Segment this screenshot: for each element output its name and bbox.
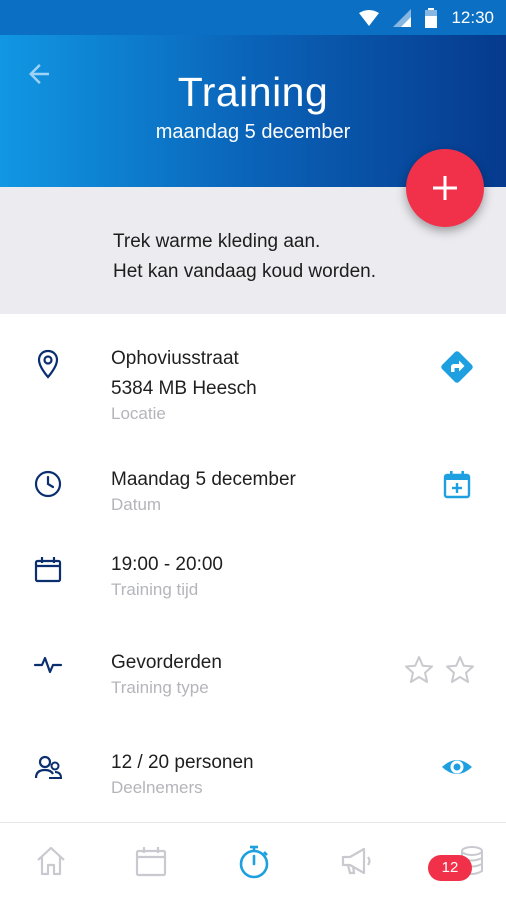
location-city: 5384 MB Heesch [111,378,257,399]
eye-icon [442,760,472,774]
status-time: 12:30 [451,7,494,27]
nav-announcements[interactable] [338,843,378,883]
battery-icon [425,7,438,28]
signal-icon [393,8,412,27]
notice-line-2: Het kan vandaag koud worden. [113,261,377,282]
notice-line-1: Trek warme kleding aan. [113,231,321,252]
directions-icon [441,351,473,383]
date-label: Datum [111,495,162,514]
star-outline-icon [446,656,474,683]
view-participants-button[interactable] [440,750,474,784]
wifi-icon [359,9,380,26]
participants-label: Deelnemers [111,778,203,797]
rating-star-1[interactable] [403,654,435,686]
training-type-value: Gevorderden [111,652,222,673]
nav-timer[interactable] [235,843,275,883]
add-to-calendar-button[interactable] [441,469,473,501]
stopwatch-icon [239,845,269,879]
nav-calendar[interactable] [133,843,173,883]
nav-home[interactable] [33,843,73,883]
location-street: Ophoviusstraat [111,348,239,369]
directions-button[interactable] [440,350,474,384]
home-icon [37,846,65,876]
calendar-add-icon [443,471,471,499]
page-subtitle: maandag 5 december [155,121,351,143]
notification-badge: 12 [428,855,472,881]
participants-row: 12 / 20 personen Deelnemers [0,748,506,808]
time-row: 19:00 - 20:00 Training tijd [0,550,506,610]
people-icon [34,755,63,779]
time-value: 19:00 - 20:00 [111,554,223,575]
participants-value: 12 / 20 personen [111,752,254,773]
training-type-label: Training type [111,678,209,697]
calendar-icon [34,557,62,583]
date-value: Maandag 5 december [111,469,296,490]
date-row: Maandag 5 december Datum [0,465,506,525]
activity-icon [33,656,63,674]
rating-star-2[interactable] [444,654,476,686]
status-bar: 12:30 [0,0,506,35]
plus-icon [433,176,457,200]
training-type-row: Gevorderden Training type [0,648,506,708]
megaphone-icon [341,847,371,875]
star-outline-icon [405,656,433,683]
location-label: Locatie [111,404,166,423]
location-pin-icon [37,349,59,379]
page-title: Training [177,69,329,115]
calendar-icon [135,847,167,877]
clock-icon [34,470,62,498]
add-button[interactable] [406,149,484,227]
time-label: Training tijd [111,580,199,599]
location-row: Ophoviusstraat 5384 MB Heesch Locatie [0,344,506,434]
